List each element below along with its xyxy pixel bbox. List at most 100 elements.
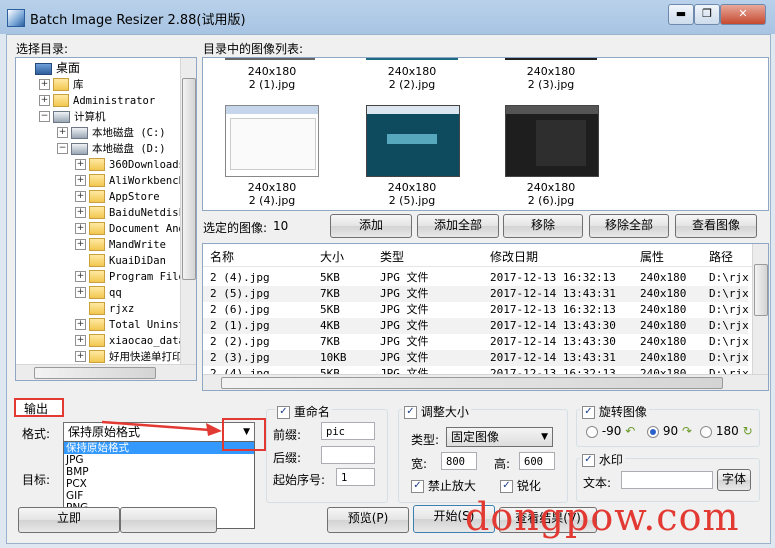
tree-item[interactable]: + 库 bbox=[39, 76, 84, 92]
watermark-checkbox-label[interactable]: ✓ 水印 bbox=[580, 451, 625, 468]
secondary-button[interactable] bbox=[120, 507, 217, 533]
tree-horizontal-scrollbar[interactable] bbox=[16, 364, 196, 380]
rotate-180-option[interactable]: 180 ↻ bbox=[700, 424, 753, 438]
expand-icon[interactable]: + bbox=[39, 95, 50, 106]
table-row[interactable]: 2 (3).jpg 10KB JPG 文件 2017-12-14 13:43:31 24… bbox=[203, 350, 749, 366]
selected-files-table[interactable]: 名称 大小 类型 修改日期 属性 路径 2 (4).jpg 5KB JPG 文件 20… bbox=[202, 243, 769, 391]
tree-hscroll-thumb[interactable] bbox=[34, 367, 156, 379]
width-input[interactable]: 800 bbox=[441, 452, 477, 470]
tree-item[interactable]: KuaiDiDan bbox=[75, 252, 166, 268]
column-header-modified[interactable]: 修改日期 bbox=[490, 248, 538, 265]
tree-item[interactable]: + Document And bbox=[75, 220, 185, 236]
tree-item[interactable]: + 好用快递单打印 bbox=[75, 348, 183, 364]
tree-item[interactable]: + xiaocao_data bbox=[75, 332, 185, 348]
tree-item[interactable]: + qq bbox=[75, 284, 122, 300]
rotate-180-radio[interactable] bbox=[700, 425, 712, 438]
collapse-icon[interactable]: − bbox=[57, 143, 68, 154]
tree-item[interactable]: + AppStore bbox=[75, 188, 160, 204]
column-header-attributes[interactable]: 属性 bbox=[640, 248, 664, 265]
column-header-name[interactable]: 名称 bbox=[210, 248, 234, 265]
watermark-text-input[interactable] bbox=[621, 471, 713, 489]
remove-all-button[interactable]: 移除全部 bbox=[589, 214, 669, 238]
column-header-type[interactable]: 类型 bbox=[380, 248, 404, 265]
view-image-button[interactable]: 查看图像 bbox=[675, 214, 757, 238]
no-enlarge-checkbox[interactable]: ✓ bbox=[411, 480, 424, 493]
table-scroll-thumb[interactable] bbox=[754, 264, 768, 316]
start-number-input[interactable]: 1 bbox=[336, 468, 375, 486]
tree-item[interactable]: rjxz bbox=[75, 300, 134, 316]
tree-item[interactable]: + BaiduNetdisk bbox=[75, 204, 185, 220]
thumbnail-view[interactable]: 240x180 2 (1).jpg 240x180 2 (2).jpg 240x18… bbox=[202, 57, 769, 211]
suffix-input[interactable] bbox=[321, 446, 375, 464]
sharpen-option[interactable]: ✓ 锐化 bbox=[500, 477, 541, 494]
minimize-button[interactable]: ▬ bbox=[668, 4, 694, 25]
table-row[interactable]: 2 (5).jpg 7KB JPG 文件 2017-12-14 13:43:31 240… bbox=[203, 286, 749, 302]
table-row[interactable]: 2 (6).jpg 5KB JPG 文件 2017-12-13 16:32:13 240… bbox=[203, 302, 749, 318]
watermark-checkbox[interactable]: ✓ bbox=[582, 454, 595, 467]
close-button[interactable]: ✕ bbox=[720, 4, 766, 25]
tree-item[interactable]: +360Downloads bbox=[75, 156, 185, 172]
tree-item[interactable]: + Program Files bbox=[75, 268, 191, 284]
tree-item[interactable]: + Total Uninsta bbox=[75, 316, 191, 332]
format-option[interactable]: BMP bbox=[64, 466, 254, 478]
table-row[interactable]: 2 (1).jpg 4KB JPG 文件 2017-12-14 13:43:30 240… bbox=[203, 318, 749, 334]
table-horizontal-scrollbar[interactable] bbox=[203, 374, 768, 390]
expand-icon[interactable]: + bbox=[75, 287, 86, 298]
resize-checkbox-label[interactable]: ✓ 调整大小 bbox=[402, 403, 471, 420]
tree-item[interactable]: − 计算机 bbox=[39, 108, 106, 124]
no-enlarge-option[interactable]: ✓ 禁止放大 bbox=[411, 477, 476, 494]
tree-scroll-thumb[interactable] bbox=[182, 78, 196, 280]
column-header-size[interactable]: 大小 bbox=[320, 248, 344, 265]
rotate-checkbox[interactable]: ✓ bbox=[582, 406, 595, 419]
sharpen-checkbox[interactable]: ✓ bbox=[500, 480, 513, 493]
expand-icon[interactable]: + bbox=[39, 79, 50, 90]
tree-vertical-scrollbar[interactable] bbox=[180, 58, 196, 364]
collapse-icon[interactable]: − bbox=[39, 111, 50, 122]
expand-icon[interactable]: + bbox=[57, 127, 68, 138]
table-hscroll-thumb[interactable] bbox=[221, 377, 723, 389]
tree-item[interactable]: + AliWorkbenchD bbox=[75, 172, 191, 188]
remove-button[interactable]: 移除 bbox=[503, 214, 583, 238]
expand-icon[interactable]: + bbox=[75, 271, 86, 282]
thumbnail-image[interactable] bbox=[505, 105, 599, 177]
rename-checkbox-label[interactable]: ✓ 重命名 bbox=[275, 403, 332, 420]
preview-button[interactable]: 预览(P) bbox=[327, 507, 409, 533]
rotate-90-radio[interactable] bbox=[647, 425, 659, 438]
table-row[interactable]: 2 (2).jpg 7KB JPG 文件 2017-12-14 13:43:30 240… bbox=[203, 334, 749, 350]
table-vertical-scrollbar[interactable] bbox=[752, 244, 768, 375]
expand-icon[interactable]: + bbox=[75, 159, 86, 170]
directory-tree[interactable]: 桌面 + 库 + Administrator − 计算机 + 本地磁盘 (C:) − 本地磁盘 (D… bbox=[15, 57, 197, 381]
expand-icon[interactable]: + bbox=[75, 191, 86, 202]
format-option[interactable]: GIF bbox=[64, 490, 254, 502]
resize-type-dropdown[interactable]: 固定图像 ▼ bbox=[446, 427, 553, 447]
format-option[interactable]: JPG bbox=[64, 454, 254, 466]
thumbnail-image[interactable] bbox=[225, 105, 319, 177]
expand-icon[interactable]: + bbox=[75, 223, 86, 234]
column-header-path[interactable]: 路径 bbox=[709, 248, 733, 265]
format-option[interactable]: PCX bbox=[64, 478, 254, 490]
maximize-button[interactable]: ❐ bbox=[694, 4, 720, 25]
expand-icon[interactable]: + bbox=[75, 175, 86, 186]
add-button[interactable]: 添加 bbox=[330, 214, 412, 238]
expand-icon[interactable]: + bbox=[75, 319, 86, 330]
font-button[interactable]: 字体 bbox=[717, 469, 751, 491]
rotate-90-option[interactable]: 90 ↷ bbox=[647, 424, 692, 438]
thumbnail-image[interactable] bbox=[366, 105, 460, 177]
expand-icon[interactable]: + bbox=[75, 335, 86, 346]
tree-item[interactable]: + 本地磁盘 (C:) bbox=[57, 124, 166, 140]
rotate-checkbox-label[interactable]: ✓ 旋转图像 bbox=[580, 403, 649, 420]
rotate-neg90-radio[interactable] bbox=[586, 425, 598, 438]
expand-icon[interactable]: + bbox=[75, 351, 86, 362]
tree-item[interactable]: + Administrator bbox=[39, 92, 155, 108]
add-all-button[interactable]: 添加全部 bbox=[417, 214, 499, 238]
rename-checkbox[interactable]: ✓ bbox=[277, 406, 290, 419]
resize-checkbox[interactable]: ✓ bbox=[404, 406, 417, 419]
rotate-neg90-option[interactable]: -90 ↶ bbox=[586, 424, 635, 438]
prefix-input[interactable]: pic bbox=[321, 422, 375, 440]
start-now-button[interactable]: 立即 bbox=[18, 507, 120, 533]
tree-item[interactable]: − 本地磁盘 (D:) bbox=[57, 140, 166, 156]
expand-icon[interactable]: + bbox=[75, 239, 86, 250]
tree-item[interactable]: 桌面 bbox=[21, 60, 80, 76]
table-row[interactable]: 2 (4).jpg 5KB JPG 文件 2017-12-13 16:32:13 240… bbox=[203, 270, 749, 286]
expand-icon[interactable]: + bbox=[75, 207, 86, 218]
